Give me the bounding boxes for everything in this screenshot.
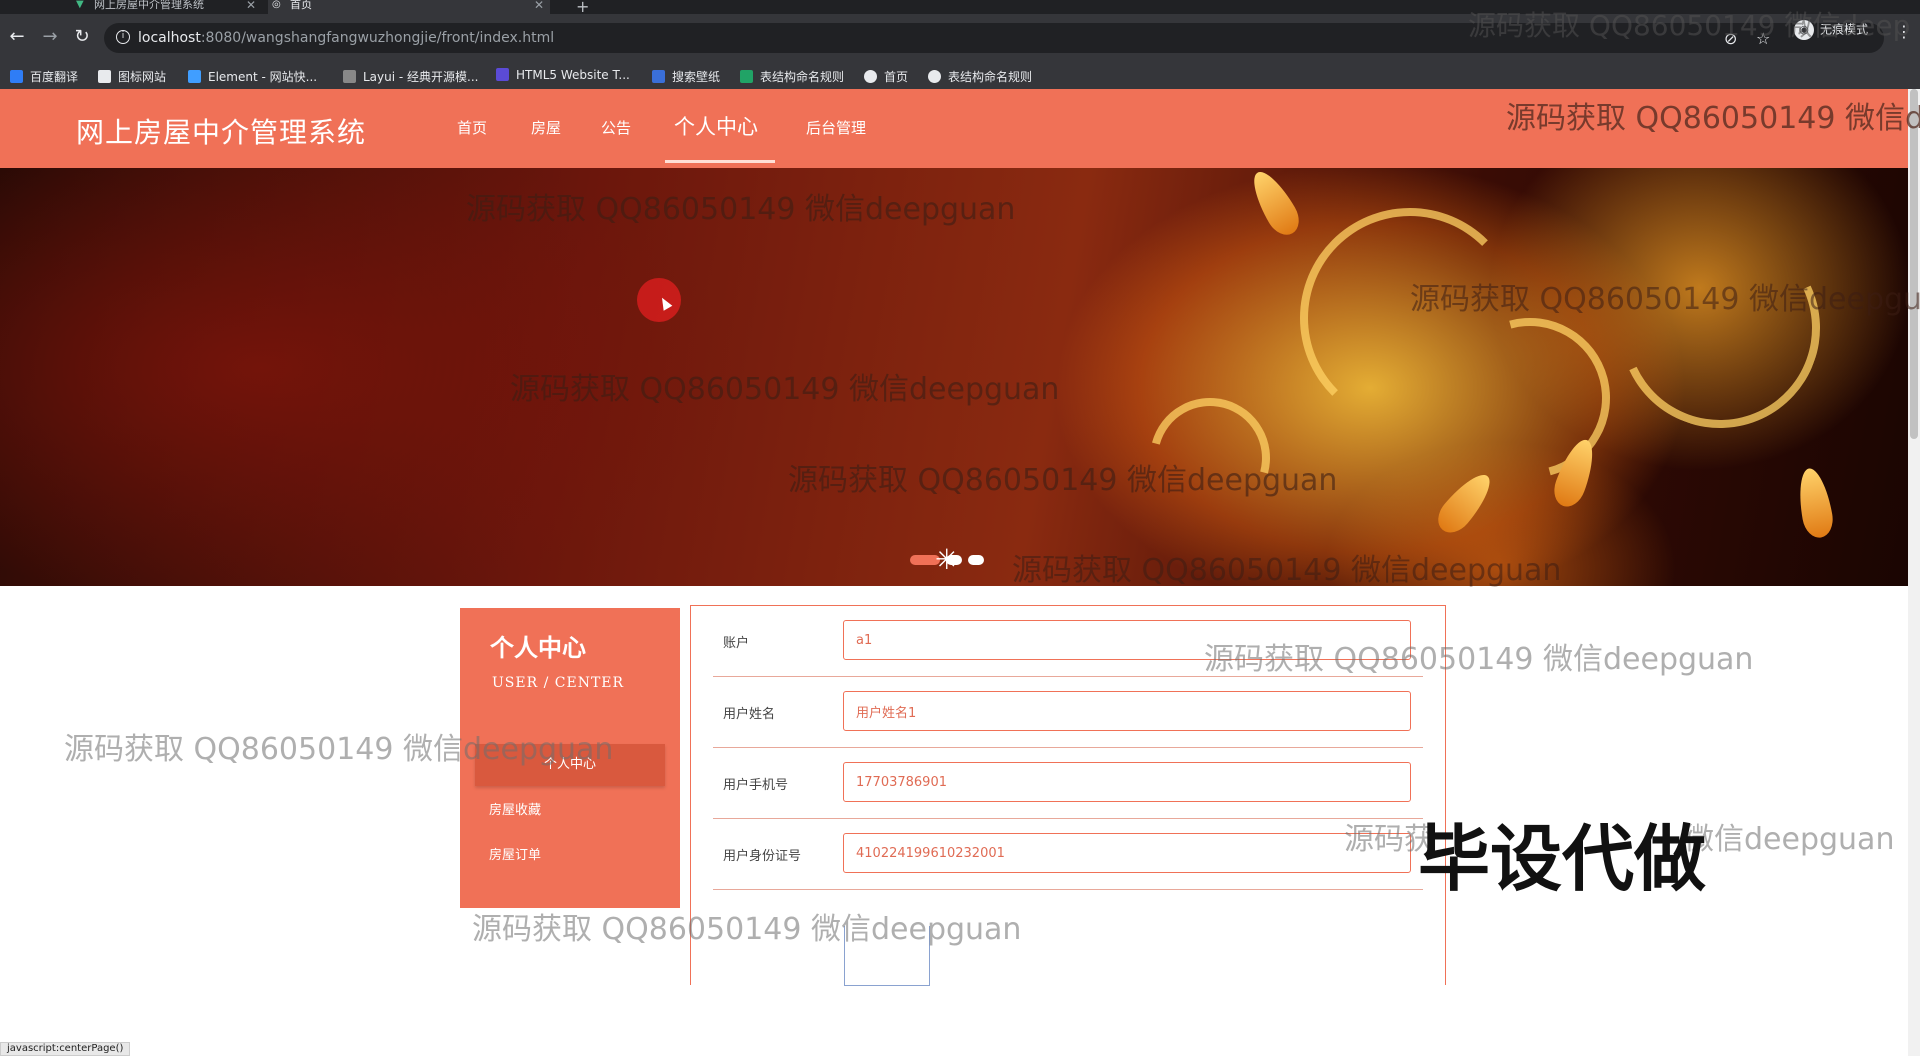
bookmark-label: 首页: [884, 70, 909, 84]
tab-title: 网上房屋中介管理系统: [94, 0, 204, 11]
nav-active-indicator: [665, 160, 775, 163]
tab-title: 首页: [290, 0, 312, 11]
carousel-dot[interactable]: [968, 555, 984, 565]
html5-icon: [496, 68, 509, 81]
globe-icon: ◎: [272, 0, 281, 10]
bookmark-item[interactable]: 表结构命名规则: [740, 68, 844, 85]
layui-icon: [343, 70, 356, 83]
id-number-input[interactable]: [843, 833, 1411, 873]
star-icon[interactable]: ☆: [1756, 29, 1770, 48]
flame-swirl: [1128, 376, 1292, 540]
browser-menu-icon[interactable]: ⋮: [1896, 22, 1912, 41]
bookmark-label: HTML5 Website T...: [516, 68, 630, 82]
site-logo[interactable]: 网上房屋中介管理系统: [76, 111, 366, 151]
sidebar-title: 个人中心: [490, 634, 586, 662]
globe-icon: [864, 70, 877, 83]
personal-center-sidebar: 个人中心 USER / CENTER 个人中心 房屋收藏 房屋订单: [460, 608, 680, 908]
sheet-icon: [740, 70, 753, 83]
bookmark-label: 百度翻译: [30, 70, 79, 84]
bookmark-label: 图标网站: [118, 70, 167, 84]
flame-petal: [1431, 466, 1499, 540]
banner-carousel[interactable]: [0, 168, 1908, 586]
nav-houses[interactable]: 房屋: [531, 117, 561, 138]
avatar-upload[interactable]: [844, 926, 930, 986]
globe-icon: [928, 70, 941, 83]
name-label: 用户姓名: [723, 707, 776, 722]
bookmark-item[interactable]: Element - 网站快...: [188, 68, 317, 85]
bookmarks-bar: 百度翻译 图标网站 Element - 网站快... Layui - 经典开源模…: [0, 62, 1920, 90]
address-bar: ← → ↻ i localhost:8080/wangshangfangwuzh…: [0, 14, 1920, 62]
wallpaper-icon: [652, 70, 665, 83]
translate-icon: [10, 70, 23, 83]
vue-icon: ▼: [76, 0, 84, 10]
url-host: localhost: [138, 30, 201, 46]
back-icon[interactable]: ←: [5, 26, 29, 47]
sidebar-item-favorites[interactable]: 房屋收藏: [475, 790, 665, 832]
phone-input[interactable]: [843, 762, 1411, 802]
loading-spinner-icon: ✳: [935, 543, 959, 576]
nav-personal-center[interactable]: 个人中心: [674, 111, 758, 141]
bookmark-label: 表结构命名规则: [760, 70, 845, 84]
bookmark-item[interactable]: 搜索壁纸: [652, 68, 720, 85]
bookmark-label: Layui - 经典开源模...: [363, 70, 479, 84]
bookmark-item[interactable]: 首页: [864, 68, 908, 85]
bookmark-item[interactable]: 百度翻译: [10, 68, 78, 85]
forward-icon[interactable]: →: [38, 26, 62, 47]
window-icon[interactable]: [42, 0, 68, 14]
page-scrollbar[interactable]: [1908, 89, 1920, 1056]
eye-off-icon[interactable]: ⊘: [1724, 29, 1737, 48]
profile-form: 账户 用户姓名 用户手机号 用户身份证号: [690, 605, 1446, 986]
form-row-account: 账户: [713, 606, 1423, 677]
url-text[interactable]: localhost:8080/wangshangfangwuzhongjie/f…: [138, 30, 554, 46]
incognito-profile[interactable]: ◉ 无痕模式: [1794, 20, 1868, 40]
account-label: 账户: [723, 636, 750, 651]
url-path: :8080/wangshangfangwuzhongjie/front/inde…: [200, 30, 555, 46]
form-row-name: 用户姓名: [713, 677, 1423, 748]
close-icon[interactable]: ✕: [246, 0, 256, 11]
profile-label: 无痕模式: [1820, 22, 1869, 37]
info-icon[interactable]: i: [116, 30, 130, 44]
browser-menu-icon[interactable]: [0, 0, 38, 14]
bookmark-item[interactable]: 表结构命名规则: [928, 68, 1032, 85]
scrollbar-thumb[interactable]: [1910, 89, 1918, 439]
account-input[interactable]: [843, 620, 1411, 660]
form-row-id-number: 用户身份证号: [713, 819, 1423, 890]
bookmark-item[interactable]: Layui - 经典开源模...: [343, 68, 478, 85]
sidebar-item-orders[interactable]: 房屋订单: [475, 835, 665, 877]
flame-petal: [1794, 465, 1836, 541]
sidebar-item-personal-center[interactable]: 个人中心: [475, 744, 665, 786]
nav-notices[interactable]: 公告: [601, 117, 631, 138]
form-row-phone: 用户手机号: [713, 748, 1423, 819]
bookmark-label: Element - 网站快...: [208, 70, 318, 84]
bookmark-item[interactable]: HTML5 Website T...: [496, 68, 630, 82]
browser-tab-bar: ▼ 网上房屋中介管理系统 ✕ ◎ 首页 ✕ +: [0, 0, 1920, 16]
sidebar-subtitle: USER / CENTER: [492, 675, 625, 691]
incognito-icon: ◉: [1794, 20, 1814, 40]
element-icon: [188, 70, 201, 83]
flame-petal: [1244, 168, 1306, 241]
bookmark-label: 表结构命名规则: [948, 70, 1033, 84]
name-input[interactable]: [843, 691, 1411, 731]
site-header: 网上房屋中介管理系统 首页 房屋 公告 个人中心 后台管理: [0, 89, 1908, 168]
url-field[interactable]: i localhost:8080/wangshangfangwuzhongjie…: [104, 23, 1884, 53]
phone-label: 用户手机号: [723, 778, 789, 793]
tab-management-system[interactable]: ▼ 网上房屋中介管理系统 ✕: [72, 0, 262, 14]
reload-icon[interactable]: ↻: [70, 26, 94, 47]
nav-home[interactable]: 首页: [457, 117, 487, 138]
nav-admin[interactable]: 后台管理: [806, 117, 866, 138]
close-icon[interactable]: ✕: [534, 0, 544, 11]
watermark: 微信deepguan: [1684, 822, 1895, 857]
promo-watermark: 毕设代做: [1418, 817, 1707, 901]
tab-home[interactable]: ◎ 首页 ✕: [268, 0, 550, 14]
bookmark-label: 搜索壁纸: [672, 70, 721, 84]
flame-swirl: [1591, 199, 1849, 457]
flag-icon: [98, 70, 111, 83]
status-bar-link: javascript:centerPage(): [0, 1042, 131, 1056]
bookmark-item[interactable]: 图标网站: [98, 68, 166, 85]
id-number-label: 用户身份证号: [723, 849, 802, 864]
